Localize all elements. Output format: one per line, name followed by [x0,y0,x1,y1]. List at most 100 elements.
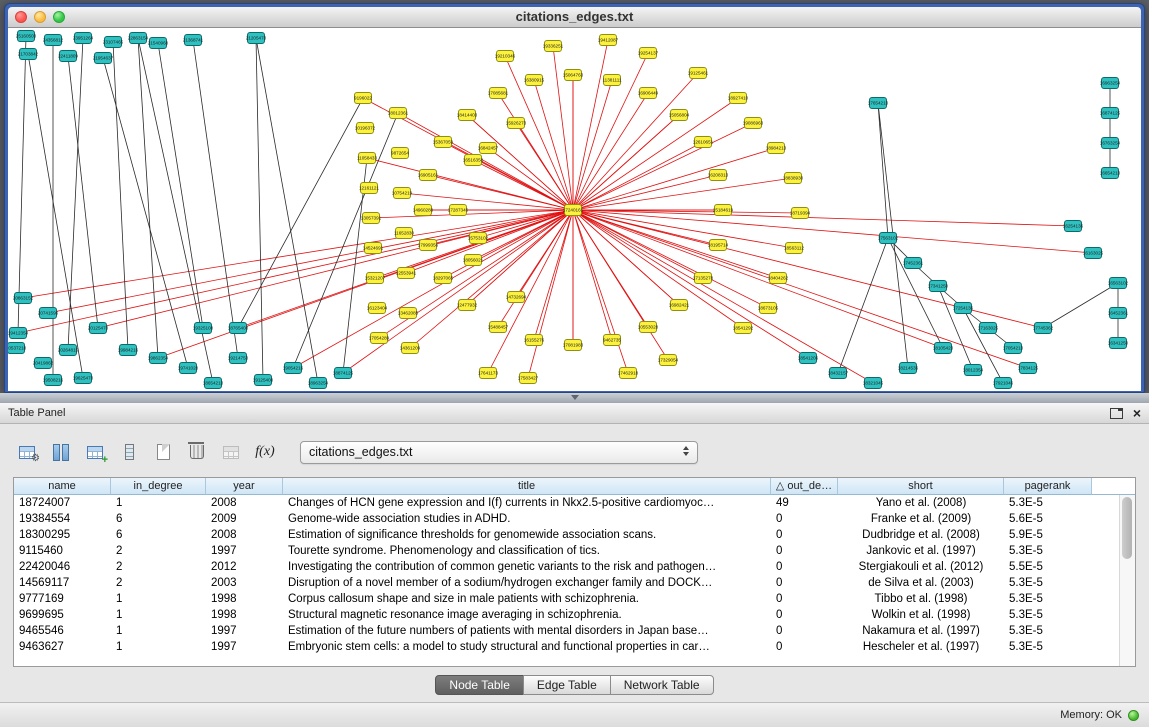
graph-edge[interactable] [23,210,573,298]
graph-edge[interactable] [534,80,573,210]
table-cell[interactable]: 22420046 [14,559,111,575]
graph-node[interactable]: 10754219 [392,188,413,199]
graph-node[interactable]: 16982421 [669,300,690,311]
float-panel-icon[interactable] [1110,408,1123,419]
table-cell[interactable]: 2008 [206,527,283,543]
graph-edge[interactable] [488,148,573,210]
graph-node[interactable]: 19984216 [118,345,139,356]
table-row[interactable]: 977716911998Corpus callosum shape and si… [14,591,1135,607]
table-row[interactable]: 946362711997Embryonic stem cells: a mode… [14,639,1135,655]
graph-node[interactable]: 18541206 [798,353,819,364]
graph-node[interactable]: 19412354 [8,328,29,339]
graph-node[interactable]: 16563102 [1108,278,1129,289]
graph-node[interactable]: 19412087 [598,35,619,46]
graph-node[interactable]: 16123404 [367,303,388,314]
table-cell[interactable]: 2 [111,559,206,575]
table-cell[interactable]: 1997 [206,639,283,655]
tab-network-table[interactable]: Network Table [610,675,714,695]
graph-node[interactable]: 18927410 [728,93,749,104]
table-cell[interactable]: 5.3E-5 [1004,639,1092,655]
graph-edge[interactable] [473,160,573,210]
table-cell[interactable]: 6 [111,527,206,543]
graph-node[interactable]: 12477932 [457,300,478,311]
graph-edge[interactable] [18,210,573,333]
column-header-out_de[interactable]: △ out_de… [771,478,838,495]
graph-node[interactable]: 15926273 [506,118,527,129]
graph-node[interactable]: 15367059 [433,137,454,148]
graph-node[interactable]: 18984213 [766,143,787,154]
table-cell[interactable]: Investigating the contribution of common… [283,559,771,575]
graph-node[interactable]: 11058433 [357,153,378,164]
graph-edge[interactable] [573,40,608,210]
table-cell[interactable]: Nakamura et al. (1997) [838,623,1004,639]
panel-splitter[interactable] [0,393,1149,403]
graph-node[interactable]: 17054289 [369,333,390,344]
table-cell[interactable]: 49 [771,495,838,511]
graph-node[interactable]: 20863152 [13,293,34,304]
graph-node[interactable]: 18963254 [308,378,329,389]
table-cell[interactable]: 6 [111,511,206,527]
graph-node[interactable]: 17135278 [693,273,714,284]
table-cell[interactable]: 1 [111,607,206,623]
graph-edge[interactable] [573,80,612,210]
graph-node[interactable]: 22411809 [58,51,79,62]
table-cell[interactable]: 5.9E-5 [1004,527,1092,543]
graph-edge[interactable] [573,210,768,308]
graph-edge[interactable] [888,238,943,348]
graph-node[interactable]: 19210346 [495,51,516,62]
table-cell[interactable]: Embryonic stem cells: a model to study s… [283,639,771,655]
column-header-short[interactable]: short [838,478,1004,495]
table-cell[interactable]: 2012 [206,559,283,575]
graph-node[interactable]: 18297065 [433,273,454,284]
network-canvas[interactable]: 1724016115184619162083131261065115056804… [8,28,1141,391]
graph-node[interactable]: 18541292 [733,323,754,334]
table-cell[interactable]: 0 [771,543,838,559]
table-cell[interactable]: de Silva et al. (2003) [838,575,1004,591]
graph-node[interactable]: 23951264 [73,33,94,44]
graph-edge[interactable] [1043,283,1118,328]
graph-node[interactable]: 16254136 [1063,221,1084,232]
graph-node[interactable]: 10553028 [638,322,659,333]
graph-node[interactable]: 19086963 [743,118,764,129]
graph-node[interactable]: 9196022 [354,93,372,104]
table-cell[interactable]: Tibbo et al. (1998) [838,591,1004,607]
graph-node[interactable]: 19862354 [148,353,169,364]
table-cell[interactable]: 5.3E-5 [1004,591,1092,607]
graph-node[interactable]: 14732694 [506,292,527,303]
import-table-icon[interactable] [216,439,246,465]
table-cell[interactable]: 1998 [206,607,283,623]
graph-node[interactable]: 12553941 [396,268,417,279]
graph-node[interactable]: 9872654 [391,148,409,159]
table-cell[interactable]: 9699695 [14,607,111,623]
graph-node[interactable]: 11381111 [602,75,622,86]
table-cell[interactable]: 9465546 [14,623,111,639]
graph-node[interactable]: 18719394 [790,208,811,219]
table-cell[interactable]: Estimation of significance thresholds fo… [283,527,771,543]
graph-node[interactable]: 18012354 [963,365,984,376]
table-cell[interactable]: 19384554 [14,511,111,527]
graph-edge[interactable] [343,210,573,373]
graph-node[interactable]: 15056804 [669,110,690,121]
graph-node[interactable]: 10196372 [355,123,376,134]
graph-node[interactable]: 16763254 [1100,138,1121,149]
graph-node[interactable]: 17341250 [928,281,949,292]
table-cell[interactable]: 0 [771,607,838,623]
graph-node[interactable]: 21954637 [93,53,114,64]
graph-edge[interactable] [68,56,98,328]
graph-node[interactable]: 17834125 [1018,363,1039,374]
graph-node[interactable]: 16341250 [1108,338,1129,349]
graph-node[interactable]: 19254137 [638,48,659,59]
column-header-in_degree[interactable]: in_degree [111,478,206,495]
graph-node[interactable]: 21540968 [148,38,169,49]
graph-node[interactable]: 19325108 [193,323,214,334]
graph-node[interactable]: 17240161 [563,205,584,216]
graph-edge[interactable] [573,73,698,210]
close-panel-icon[interactable]: × [1133,406,1141,420]
graph-edge[interactable] [158,43,203,328]
graph-edge[interactable] [838,238,888,373]
table-cell[interactable]: Wolkin et al. (1998) [838,607,1004,623]
table-row[interactable]: 969969511998Structural magnetic resonanc… [14,607,1135,623]
function-builder-icon[interactable]: f(x) [250,439,280,465]
graph-node[interactable]: 16874125 [1100,108,1121,119]
table-cell[interactable]: 5.3E-5 [1004,495,1092,511]
